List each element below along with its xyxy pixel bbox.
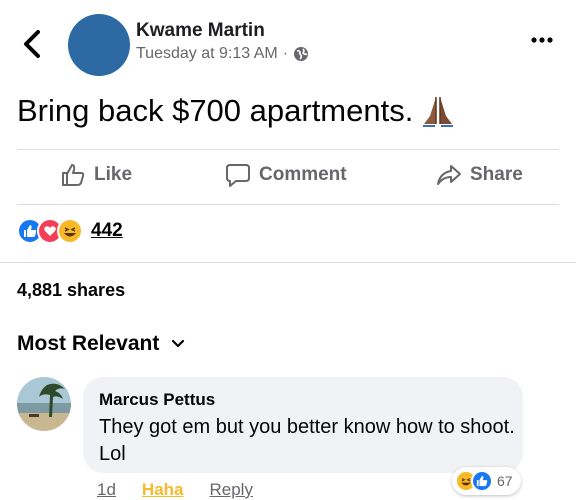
shares-count[interactable]: 4,881 shares xyxy=(17,280,125,301)
post-body: Bring back $700 apartments. xyxy=(17,93,455,129)
commenter-avatar[interactable] xyxy=(17,377,71,431)
share-button[interactable]: Share xyxy=(436,162,523,188)
post-text: Bring back $700 apartments. xyxy=(17,93,414,128)
chevron-down-icon xyxy=(172,339,185,348)
thumbs-up-icon xyxy=(62,164,85,186)
post-meta: Tuesday at 9:13 AM · xyxy=(136,45,309,63)
comment-icon xyxy=(226,164,250,187)
meta-separator: · xyxy=(282,45,289,62)
divider xyxy=(17,204,559,205)
globe-icon xyxy=(294,47,309,61)
reaction-count[interactable]: 442 xyxy=(91,220,123,242)
comment-bubble: Marcus Pettus They got em but you better… xyxy=(83,377,523,473)
author-avatar[interactable] xyxy=(68,14,130,76)
post-actions-bar: Like Comment Share xyxy=(0,150,576,204)
haha-icon xyxy=(57,218,83,244)
comment-sort-dropdown[interactable]: Most Relevant xyxy=(17,332,185,356)
divider xyxy=(0,262,576,263)
commenter-name[interactable]: Marcus Pettus xyxy=(99,390,215,410)
folded-hands-icon xyxy=(423,97,454,127)
comment-haha-button[interactable]: Haha xyxy=(142,480,184,500)
comment-text: They got em but you better know how to s… xyxy=(99,416,515,465)
share-label: Share xyxy=(470,164,523,185)
comment-button[interactable]: Comment xyxy=(225,162,347,188)
comment-reaction-summary[interactable]: 67 xyxy=(452,467,521,495)
comment-label: Comment xyxy=(259,164,347,185)
share-arrow-icon xyxy=(437,165,461,185)
like-button[interactable]: Like xyxy=(60,162,132,188)
back-arrow-icon[interactable] xyxy=(18,28,46,60)
post-header: Kwame Martin Tuesday at 9:13 AM · xyxy=(0,0,576,90)
comment-reaction-count: 67 xyxy=(497,473,513,489)
more-options-icon[interactable] xyxy=(530,34,554,46)
like-icon xyxy=(471,470,493,492)
post-timestamp[interactable]: Tuesday at 9:13 AM xyxy=(136,45,278,63)
comment-actions: 1d Haha Reply xyxy=(97,480,279,500)
comment-time[interactable]: 1d xyxy=(97,480,116,500)
comment-reply-button[interactable]: Reply xyxy=(210,480,253,500)
author-name[interactable]: Kwame Martin xyxy=(136,20,265,42)
like-label: Like xyxy=(94,164,133,185)
sort-label: Most Relevant xyxy=(17,332,160,355)
reaction-summary[interactable]: 442 xyxy=(17,218,123,244)
